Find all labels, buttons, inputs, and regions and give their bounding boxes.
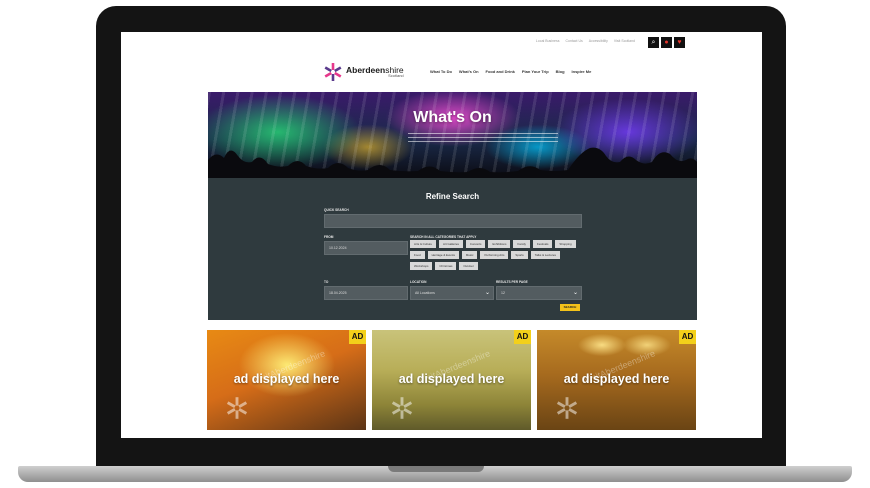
utility-link[interactable]: Contact Us	[565, 39, 582, 43]
refine-search-panel: Refine Search QUICK SEARCH FROM 10.12.20…	[208, 178, 697, 320]
from-date-field[interactable]: 10.12.2024	[324, 241, 408, 255]
category-chip[interactable]: Outdoor	[459, 262, 478, 270]
category-chip[interactable]: Concerts	[465, 240, 486, 248]
heart-icon[interactable]: ♥	[674, 37, 685, 48]
nav-item-blog[interactable]: Blog	[556, 69, 565, 74]
pin-icon[interactable]: ●	[661, 37, 672, 48]
ad-badge: AD	[349, 330, 366, 344]
crowd-silhouette	[208, 147, 697, 178]
logo-name-bold: Aberdeen	[346, 64, 386, 75]
snowflake-watermark-icon	[226, 397, 248, 419]
to-date-field[interactable]: 18.04.2025	[324, 286, 408, 300]
quick-search-label: QUICK SEARCH	[324, 208, 349, 212]
ad-placeholder-text: ad displayed here	[398, 372, 505, 386]
category-chip[interactable]: Heritage & Events	[427, 251, 459, 259]
category-chip[interactable]: Workshops	[410, 262, 433, 270]
quick-search-input[interactable]	[324, 214, 582, 228]
ad-card[interactable]: VisitAberdeenshire ad displayed here AD	[372, 330, 531, 430]
ad-card[interactable]: VisitAberdeenshire ad displayed here AD	[537, 330, 696, 430]
logo-text: Aberdeenshire Scotland	[346, 66, 404, 79]
utility-link[interactable]: Accessibility	[589, 39, 608, 43]
results-per-page-select[interactable]: 12 ⌄	[496, 286, 582, 300]
category-chips: Arts & Culture Art Galleries Concerts Ex…	[410, 240, 580, 270]
ad-placeholder-text: ad displayed here	[233, 372, 340, 386]
location-label: LOCATION	[410, 280, 427, 284]
main-nav: What To Do What's On Food and Drink Plan…	[430, 69, 591, 74]
nav-item-whats-on[interactable]: What's On	[459, 69, 479, 74]
category-chip[interactable]: Christmas	[435, 262, 457, 270]
category-chip[interactable]: Food	[410, 251, 425, 259]
ad-badge: AD	[679, 330, 696, 344]
nav-item-plan-your-trip[interactable]: Plan Your Trip	[522, 69, 549, 74]
results-per-page-label: RESULTS PER PAGE	[496, 280, 528, 284]
category-chip[interactable]: Music	[461, 251, 478, 259]
utility-link[interactable]: Local Business	[536, 39, 560, 43]
nav-item-inspire-me[interactable]: Inspire Me	[572, 69, 592, 74]
category-chip[interactable]: Exhibitions	[488, 240, 511, 248]
utility-icons: ⌕ ● ♥	[648, 37, 685, 48]
to-date-value: 18.04.2025	[329, 291, 347, 295]
category-chip[interactable]: Festivals	[532, 240, 553, 248]
nav-item-what-to-do[interactable]: What To Do	[430, 69, 452, 74]
category-chip[interactable]: Talks & Lectures	[530, 251, 560, 259]
results-per-page-value: 12	[501, 291, 505, 295]
category-chip[interactable]: Shopping	[555, 240, 576, 248]
snowflake-logo-icon	[324, 63, 342, 81]
search-button[interactable]: SEARCH	[560, 304, 580, 311]
category-chip[interactable]: Performing Arts	[480, 251, 509, 259]
laptop-screen: Local Business Contact Us Accessibility …	[121, 32, 762, 438]
utility-links: Local Business Contact Us Accessibility …	[536, 39, 635, 43]
chevron-down-icon: ⌄	[484, 290, 490, 296]
category-chip[interactable]: Arts & Culture	[410, 240, 436, 248]
snowflake-watermark-icon	[556, 397, 578, 419]
hero-banner: What's On	[208, 92, 697, 178]
categories-label: SEARCH IN ALL CATEGORIES THAT APPLY	[410, 235, 477, 239]
ad-placeholder-text: ad displayed here	[563, 372, 670, 386]
ad-badge: AD	[514, 330, 531, 344]
refine-search-title: Refine Search	[425, 192, 480, 201]
category-chip[interactable]: Family	[513, 240, 530, 248]
utility-bar: Local Business Contact Us Accessibility …	[208, 32, 697, 53]
site-logo[interactable]: Aberdeenshire Scotland	[323, 62, 404, 82]
chevron-down-icon: ⌄	[572, 290, 578, 296]
to-label: TO	[324, 280, 329, 284]
from-label: FROM	[324, 235, 334, 239]
logo-subtitle: Scotland	[388, 73, 404, 79]
snowflake-watermark-icon	[391, 397, 413, 419]
site-header: Aberdeenshire Scotland What To Do What's…	[208, 52, 697, 92]
utility-link[interactable]: Visit Scotland	[614, 39, 635, 43]
ad-card[interactable]: VisitAberdeenshire ad displayed here AD	[207, 330, 366, 430]
location-select[interactable]: All Locations ⌄	[410, 286, 494, 300]
from-date-value: 10.12.2024	[329, 246, 347, 250]
location-value: All Locations	[415, 291, 435, 295]
laptop-notch	[388, 466, 484, 472]
search-icon[interactable]: ⌕	[648, 37, 659, 48]
nav-item-food-and-drink[interactable]: Food and Drink	[486, 69, 515, 74]
category-chip[interactable]: Sports	[511, 251, 528, 259]
category-chip[interactable]: Art Galleries	[439, 240, 463, 248]
hero-title: What's On	[413, 109, 492, 126]
